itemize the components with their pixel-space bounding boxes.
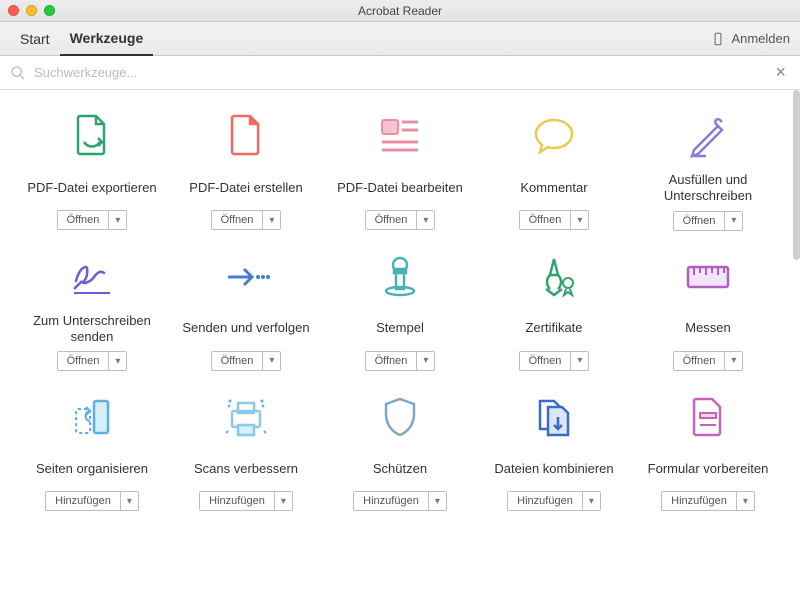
tool-card: Stempel Öffnen▾ xyxy=(328,249,472,372)
tool-action-button[interactable]: Öffnen xyxy=(57,210,110,230)
tool-action-dropdown[interactable]: ▾ xyxy=(725,211,743,231)
tool-icon xyxy=(370,249,430,305)
tool-label: Zum Unterschreiben senden xyxy=(20,313,164,346)
tool-card: Dateien kombinieren Hinzufügen▾ xyxy=(482,389,626,511)
tool-icon xyxy=(62,389,122,445)
search-icon xyxy=(10,65,26,81)
tool-action-button[interactable]: Öffnen xyxy=(211,351,264,371)
tool-icon xyxy=(524,108,584,164)
scrollbar-thumb[interactable] xyxy=(793,90,800,260)
tool-action-dropdown[interactable]: ▾ xyxy=(737,491,755,511)
tool-card: Schützen Hinzufügen▾ xyxy=(328,389,472,511)
tool-action-button[interactable]: Hinzufügen xyxy=(45,491,121,511)
tool-action-dropdown[interactable]: ▾ xyxy=(109,210,127,230)
search-bar: × xyxy=(0,56,800,90)
tool-card: Seiten organisieren Hinzufügen▾ xyxy=(20,389,164,511)
tool-action-button[interactable]: Öffnen xyxy=(365,210,418,230)
tool-action-dropdown[interactable]: ▾ xyxy=(725,351,743,371)
tool-card: Zum Unterschreiben senden Öffnen▾ xyxy=(20,249,164,372)
tool-action-button[interactable]: Hinzufügen xyxy=(507,491,583,511)
tool-label: Schützen xyxy=(373,453,427,485)
tool-card: Kommentar Öffnen▾ xyxy=(482,108,626,231)
tool-action-dropdown[interactable]: ▾ xyxy=(583,491,601,511)
titlebar: Acrobat Reader xyxy=(0,0,800,22)
tool-label: PDF-Datei bearbeiten xyxy=(337,172,463,204)
tool-icon xyxy=(678,389,738,445)
tool-label: Scans verbessern xyxy=(194,453,298,485)
signin-button[interactable]: Anmelden xyxy=(711,31,790,46)
main-tabs: Start Werkzeuge Anmelden xyxy=(0,22,800,56)
tool-icon xyxy=(216,108,276,164)
tool-card: Senden und verfolgen Öffnen▾ xyxy=(174,249,318,372)
tool-action-button[interactable]: Öffnen xyxy=(519,210,572,230)
tool-icon xyxy=(62,108,122,164)
tools-content: PDF-Datei exportierenÖffnen▾PDF-Datei er… xyxy=(0,90,800,600)
tool-label: Zertifikate xyxy=(525,313,582,345)
tool-icon xyxy=(524,389,584,445)
tool-card: Scans verbessern Hinzufügen▾ xyxy=(174,389,318,511)
tab-start[interactable]: Start xyxy=(10,22,60,56)
tool-action-button[interactable]: Öffnen xyxy=(673,351,726,371)
tool-label: Dateien kombinieren xyxy=(494,453,613,485)
tool-action-button[interactable]: Hinzufügen xyxy=(661,491,737,511)
tool-label: Kommentar xyxy=(520,172,587,204)
tool-label: Stempel xyxy=(376,313,424,345)
tool-action-dropdown[interactable]: ▾ xyxy=(429,491,447,511)
tool-card: Messen Öffnen▾ xyxy=(636,249,780,372)
tool-action-button[interactable]: Öffnen xyxy=(211,210,264,230)
signin-icon xyxy=(711,32,725,46)
tool-label: Seiten organisieren xyxy=(36,453,148,485)
tool-label: PDF-Datei erstellen xyxy=(189,172,302,204)
tool-action-button[interactable]: Hinzufügen xyxy=(353,491,429,511)
tool-action-button[interactable]: Öffnen xyxy=(519,351,572,371)
tool-icon xyxy=(370,389,430,445)
signin-label: Anmelden xyxy=(731,31,790,46)
window-title: Acrobat Reader xyxy=(0,4,800,18)
tool-icon xyxy=(216,249,276,305)
tool-card: PDF-Datei bearbeiten Öffnen▾ xyxy=(328,108,472,231)
tool-action-dropdown[interactable]: ▾ xyxy=(571,351,589,371)
tool-label: PDF-Datei exportieren xyxy=(27,172,156,204)
tool-action-button[interactable]: Öffnen xyxy=(365,351,418,371)
tool-icon xyxy=(370,108,430,164)
tool-action-dropdown[interactable]: ▾ xyxy=(121,491,139,511)
tool-label: Formular vorbereiten xyxy=(648,453,769,485)
tool-icon xyxy=(216,389,276,445)
clear-search-icon[interactable]: × xyxy=(771,62,790,83)
tool-icon xyxy=(678,249,738,305)
tool-label: Messen xyxy=(685,313,731,345)
tool-action-button[interactable]: Hinzufügen xyxy=(199,491,275,511)
tool-label: Senden und verfolgen xyxy=(182,313,309,345)
tool-action-dropdown[interactable]: ▾ xyxy=(417,351,435,371)
tool-card: PDF-Datei exportieren Öffnen▾ xyxy=(20,108,164,231)
tool-label: Ausfüllen und Unterschreiben xyxy=(636,172,780,205)
tool-card: Ausfüllen und Unterschreiben Öffnen▾ xyxy=(636,108,780,231)
tool-icon xyxy=(678,108,738,164)
tool-action-dropdown[interactable]: ▾ xyxy=(417,210,435,230)
tool-action-dropdown[interactable]: ▾ xyxy=(263,210,281,230)
tool-card: Formular vorbereiten Hinzufügen▾ xyxy=(636,389,780,511)
tool-action-dropdown[interactable]: ▾ xyxy=(275,491,293,511)
tool-card: PDF-Datei erstellen Öffnen▾ xyxy=(174,108,318,231)
tool-action-dropdown[interactable]: ▾ xyxy=(109,351,127,371)
search-input[interactable] xyxy=(34,65,763,80)
tool-action-button[interactable]: Öffnen xyxy=(673,211,726,231)
tool-card: Zertifikate Öffnen▾ xyxy=(482,249,626,372)
tool-icon xyxy=(62,249,122,305)
tool-action-dropdown[interactable]: ▾ xyxy=(263,351,281,371)
tool-action-dropdown[interactable]: ▾ xyxy=(571,210,589,230)
tool-icon xyxy=(524,249,584,305)
tool-action-button[interactable]: Öffnen xyxy=(57,351,110,371)
tab-tools[interactable]: Werkzeuge xyxy=(60,22,154,56)
